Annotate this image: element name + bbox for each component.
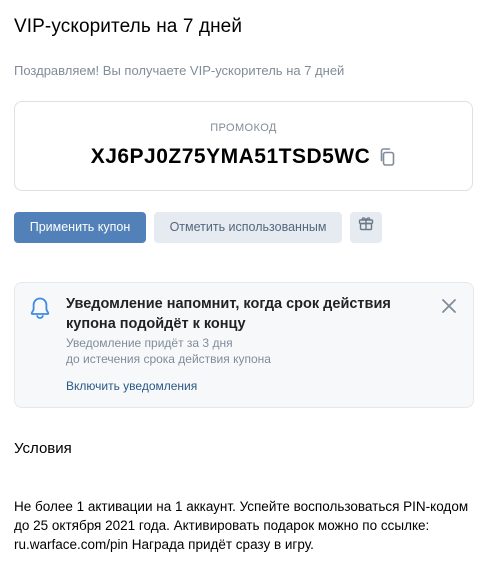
notice-title: Уведомление напомнит, когда срок действи… — [66, 296, 391, 332]
notice-text-line: Уведомление придёт за 3 дня — [66, 336, 233, 350]
apply-coupon-button[interactable]: Применить купон — [14, 212, 146, 243]
conditions-text: Не более 1 активации на 1 аккаунт. Успей… — [14, 499, 469, 552]
action-buttons: Применить купон Отметить использованным — [14, 212, 382, 243]
promo-card: ПРОМОКОД XJ6PJ0Z75YMA51TSD5WC — [14, 101, 473, 191]
close-icon[interactable] — [441, 298, 457, 314]
notice-text-line: до истечения срока действия купона — [66, 352, 271, 366]
reminder-notice: Уведомление напомнит, когда срок действи… — [14, 282, 474, 408]
gift-button[interactable] — [350, 212, 382, 243]
enable-notifications-link[interactable]: Включить уведомления — [66, 378, 197, 394]
promo-label: ПРОМОКОД — [210, 122, 277, 134]
page-title: VIP-ускоритель на 7 дней — [14, 16, 243, 37]
mark-used-button[interactable]: Отметить использованным — [154, 212, 342, 243]
promo-row: XJ6PJ0Z75YMA51TSD5WC — [15, 144, 472, 170]
copy-icon[interactable] — [378, 147, 396, 167]
notice-text: Уведомление придёт за 3 дня до истечения… — [66, 335, 366, 367]
bell-icon — [29, 296, 51, 320]
coupon-page: VIP-ускоритель на 7 дней Поздравляем! Вы… — [0, 0, 494, 570]
page-subtitle: Поздравляем! Вы получаете VIP-ускоритель… — [14, 63, 345, 78]
gift-icon — [358, 212, 374, 243]
promo-code[interactable]: XJ6PJ0Z75YMA51TSD5WC — [91, 144, 371, 170]
conditions-title: Условия — [14, 440, 72, 457]
